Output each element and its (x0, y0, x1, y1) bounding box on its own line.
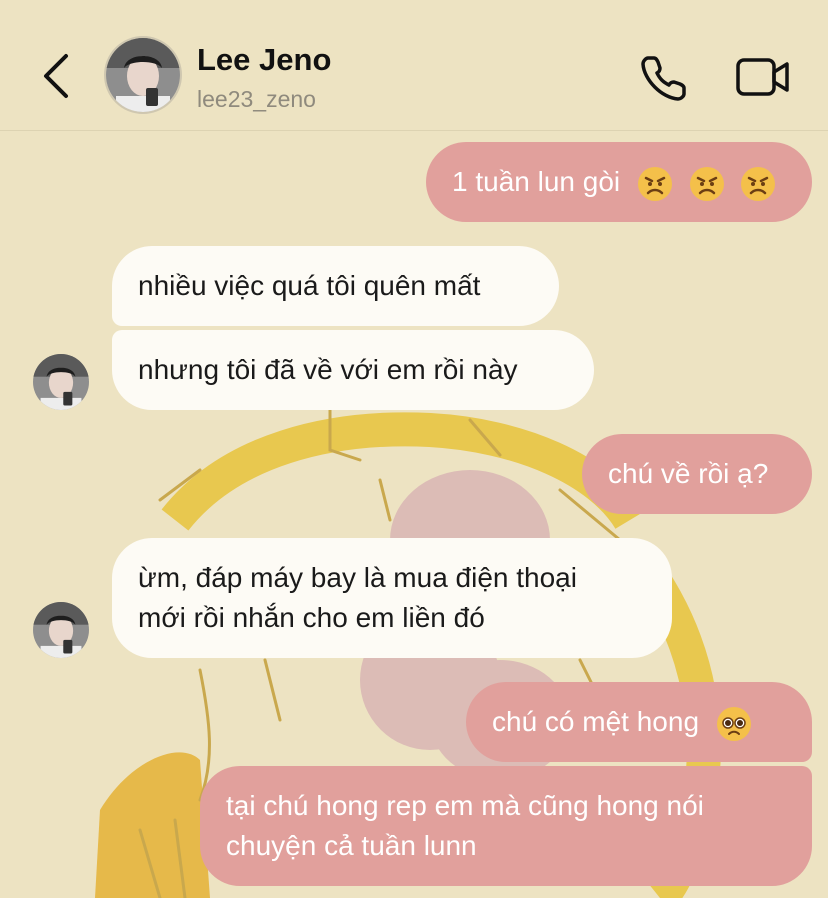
message-text-line: mới rồi nhắn cho em liền đó (138, 602, 485, 633)
message-bubble-outgoing[interactable]: chú về rồi ạ? (582, 434, 812, 514)
angry-face-icon (689, 166, 724, 201)
video-camera-icon (736, 58, 789, 96)
chat-header: Lee Jeno lee23_zeno (0, 0, 828, 131)
message-text: 1 tuần lun gòi (452, 166, 621, 197)
message-bubble-outgoing[interactable]: chú có mệt hong (466, 682, 812, 762)
message-bubble-incoming[interactable]: nhưng tôi đã về với em rồi này (112, 330, 594, 410)
message-text: chú về rồi ạ? (608, 458, 769, 489)
contact-name[interactable]: Lee Jeno (197, 42, 331, 78)
message-bubble-incoming[interactable]: ừm, đáp máy bay là mua điện thoại mới rồ… (112, 538, 672, 658)
angry-face-icon (741, 166, 776, 201)
message-text: nhiều việc quá tôi quên mất (138, 270, 481, 301)
message-bubble-outgoing[interactable]: 1 tuần lun gòi (426, 142, 812, 222)
angry-face-icon (637, 166, 672, 201)
contact-avatar[interactable] (104, 36, 182, 114)
pleading-face-icon (716, 706, 751, 741)
message-text: nhưng tôi đã về với em rồi này (138, 354, 518, 385)
phone-icon (641, 56, 686, 101)
message-text-line: ừm, đáp máy bay là mua điện thoại (138, 562, 577, 593)
video-call-button[interactable] (734, 50, 792, 106)
message-bubble-outgoing[interactable]: tại chú hong rep em mà cũng hong nói chu… (200, 766, 812, 886)
voice-call-button[interactable] (636, 50, 692, 106)
message-text-line: tại chú hong rep em mà cũng hong nói (226, 790, 704, 821)
message-bubble-incoming[interactable]: nhiều việc quá tôi quên mất (112, 246, 559, 326)
chevron-left-icon (44, 54, 68, 98)
contact-avatar-small[interactable] (33, 354, 89, 410)
contact-username: lee23_zeno (197, 86, 316, 112)
contact-avatar-small[interactable] (33, 602, 89, 658)
message-text: chú có mệt hong (492, 706, 700, 737)
message-text-line: chuyện cả tuần lunn (226, 830, 477, 861)
back-button[interactable] (36, 50, 76, 102)
